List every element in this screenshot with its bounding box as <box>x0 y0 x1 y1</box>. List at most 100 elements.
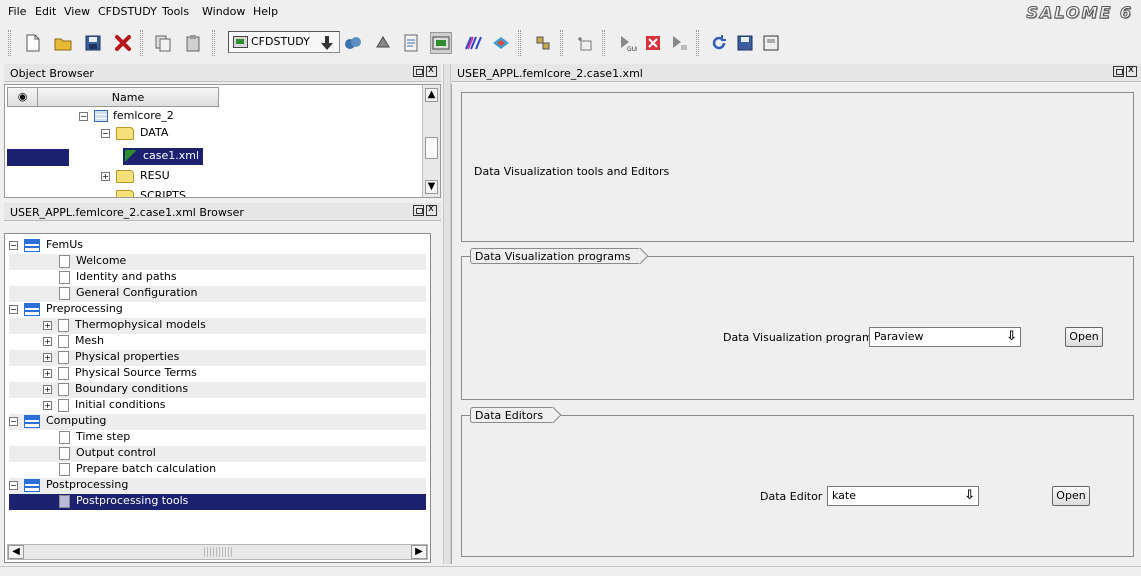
stop-icon[interactable] <box>642 32 664 54</box>
expand-icon[interactable]: + <box>43 400 52 410</box>
tree-item-initial-conditions[interactable]: + Initial conditions <box>9 398 426 414</box>
tree-item-welcome[interactable]: Welcome <box>9 254 426 270</box>
expand-icon[interactable]: + <box>43 336 52 346</box>
toolbar-separator <box>8 30 11 56</box>
tree-item-physical-source-terms[interactable]: + Physical Source Terms <box>9 366 426 382</box>
scroll-left-arrow-icon[interactable]: ◀ <box>8 545 24 559</box>
tree-item-physical-properties[interactable]: + Physical properties <box>9 350 426 366</box>
tree-item-scripts[interactable]: +SCRIPTS <box>101 189 186 197</box>
launch-gui-icon[interactable]: GUI <box>616 32 638 54</box>
menu-view[interactable]: View <box>64 5 90 18</box>
page-icon <box>59 286 70 300</box>
open-editor-button[interactable]: Open <box>1052 486 1090 506</box>
case-browser-tree[interactable]: − FemUs Welcome Identity and paths Genera… <box>4 233 431 563</box>
tree-item-postprocessing-tools[interactable]: Postprocessing tools <box>9 494 426 510</box>
copy-icon[interactable] <box>152 32 174 54</box>
collapse-icon[interactable]: − <box>101 128 110 138</box>
dropdown-arrow-icon[interactable]: ⇩ <box>964 488 975 503</box>
save-as-icon[interactable] <box>760 32 782 54</box>
close-panel-icon[interactable] <box>1126 64 1137 77</box>
data-editor-combo[interactable]: kate ⇩ <box>827 486 979 506</box>
visu-module-icon[interactable] <box>462 32 484 54</box>
paste-icon[interactable] <box>182 32 204 54</box>
expand-icon[interactable]: + <box>43 368 52 378</box>
open-visualization-button[interactable]: Open <box>1065 327 1103 347</box>
open-folder-icon[interactable] <box>52 32 74 54</box>
expand-icon[interactable]: + <box>101 171 110 181</box>
new-document-icon[interactable] <box>22 32 44 54</box>
collapse-icon[interactable]: − <box>9 480 18 490</box>
scroll-down-arrow-icon[interactable]: ▼ <box>425 180 438 194</box>
module-dropdown-arrow-icon[interactable] <box>316 32 338 54</box>
add-case-icon[interactable] <box>574 32 596 54</box>
tree-item-femus[interactable]: − FemUs <box>9 238 426 254</box>
menu-help[interactable]: Help <box>253 5 278 18</box>
case-browser-horizontal-scrollbar[interactable]: ◀ ▶ <box>7 544 428 560</box>
close-panel-icon[interactable] <box>426 203 437 216</box>
cfdstudy-module-icon[interactable] <box>430 32 452 54</box>
paravis-module-icon[interactable] <box>490 32 512 54</box>
tree-item-data[interactable]: − DATA <box>101 126 168 142</box>
expand-icon[interactable]: + <box>43 352 52 362</box>
visibility-eye-icon[interactable]: ◉ <box>8 88 38 106</box>
save-case-icon[interactable] <box>734 32 756 54</box>
panel-splitter[interactable] <box>443 64 451 564</box>
folder-icon <box>116 126 134 140</box>
menu-edit[interactable]: Edit <box>35 5 56 18</box>
tree-item-label: Computing <box>46 414 107 427</box>
expand-icon[interactable]: + <box>43 320 52 330</box>
tree-item-study[interactable]: − femlcore_2 <box>79 109 174 125</box>
menu-file[interactable]: File <box>8 5 26 18</box>
tree-item-output-control[interactable]: Output control <box>9 446 426 462</box>
study-manager-icon[interactable] <box>532 32 554 54</box>
tree-item-general-configuration[interactable]: General Configuration <box>9 286 426 302</box>
collapse-icon[interactable]: − <box>9 240 18 250</box>
scroll-thumb[interactable] <box>425 137 438 159</box>
page-icon <box>59 446 70 460</box>
mesh-module-icon[interactable] <box>372 32 394 54</box>
dropdown-arrow-icon[interactable]: ⇩ <box>1006 329 1017 344</box>
float-panel-icon[interactable] <box>413 66 424 77</box>
section-icon <box>24 302 40 316</box>
toolbar-separator <box>560 30 563 56</box>
collapse-icon[interactable]: − <box>79 111 88 121</box>
page-icon <box>59 462 70 476</box>
tree-item-resu[interactable]: + RESU <box>101 169 170 185</box>
close-panel-icon[interactable] <box>426 64 437 77</box>
data-visualization-program-label: Data Visualization program <box>723 331 873 344</box>
tree-item-postprocessing[interactable]: − Postprocessing <box>9 478 426 494</box>
close-document-icon[interactable] <box>112 32 134 54</box>
tree-item-thermophysical-models[interactable]: + Thermophysical models <box>9 318 426 334</box>
tree-item-prepare-batch-calculation[interactable]: Prepare batch calculation <box>9 462 426 478</box>
menu-tools[interactable]: Tools <box>162 5 189 18</box>
collapse-icon[interactable]: − <box>9 416 18 426</box>
collapse-icon[interactable]: − <box>9 304 18 314</box>
expand-icon[interactable]: + <box>43 384 52 394</box>
case-browser-titlebar: USER_APPL.femlcore_2.case1.xml Browser <box>4 203 441 221</box>
geometry-module-icon[interactable] <box>342 32 364 54</box>
object-browser-vertical-scrollbar[interactable]: ▲ ▼ <box>422 85 440 197</box>
tree-item-computing[interactable]: − Computing <box>9 414 426 430</box>
object-browser-tree[interactable]: ◉ Name − femlcore_2 − DATA case1.xml + RESU… <box>4 84 441 198</box>
scroll-grip[interactable] <box>204 547 234 557</box>
tree-item-identity-and-paths[interactable]: Identity and paths <box>9 270 426 286</box>
tree-item-boundary-conditions[interactable]: + Boundary conditions <box>9 382 426 398</box>
data-visualization-program-combo[interactable]: Paraview ⇩ <box>869 327 1021 347</box>
scroll-right-arrow-icon[interactable]: ▶ <box>411 545 427 559</box>
tree-item-case1-xml[interactable]: case1.xml <box>123 148 204 165</box>
run-icon[interactable] <box>668 32 690 54</box>
document-module-icon[interactable] <box>400 32 422 54</box>
save-icon[interactable] <box>82 32 104 54</box>
refresh-icon[interactable] <box>708 32 730 54</box>
tree-item-preprocessing[interactable]: − Preprocessing <box>9 302 426 318</box>
menu-cfdstudy[interactable]: CFDSTUDY <box>98 5 157 18</box>
scroll-up-arrow-icon[interactable]: ▲ <box>425 88 438 102</box>
tree-item-time-step[interactable]: Time step <box>9 430 426 446</box>
float-panel-icon[interactable] <box>1113 66 1124 77</box>
tree-item-mesh[interactable]: + Mesh <box>9 334 426 350</box>
float-panel-icon[interactable] <box>413 205 424 216</box>
toolbar-separator <box>696 30 699 56</box>
toolbar-separator <box>602 30 605 56</box>
name-column-header[interactable]: Name <box>38 91 218 104</box>
menu-window[interactable]: Window <box>202 5 245 18</box>
